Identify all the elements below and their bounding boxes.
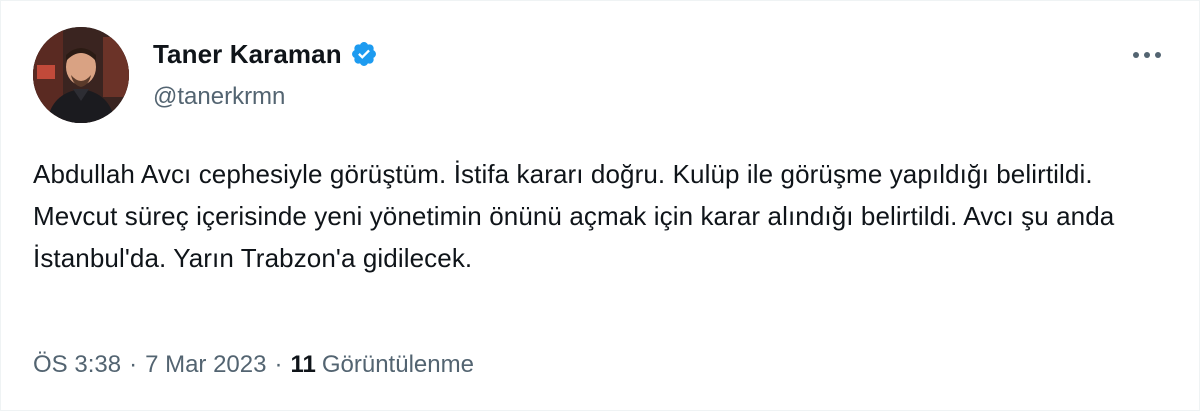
verified-badge-icon bbox=[350, 40, 378, 68]
views-label[interactable]: Görüntülenme bbox=[322, 351, 474, 379]
author-handle[interactable]: @tanerkrmn bbox=[153, 83, 285, 111]
views-count: 11 bbox=[290, 351, 316, 378]
meta-separator: · bbox=[129, 351, 138, 378]
tweet-date[interactable]: 7 Mar 2023 bbox=[145, 351, 266, 379]
tweet-card: Taner Karaman @tanerkrmn Abdullah Avcı c… bbox=[0, 0, 1200, 411]
tweet-time[interactable]: ÖS 3:38 bbox=[33, 351, 121, 379]
avatar[interactable] bbox=[33, 27, 129, 123]
tweet-meta: ÖS 3:38 · 7 Mar 2023 · 11 Görüntülenme bbox=[33, 351, 474, 379]
tweet-text: Abdullah Avcı cephesiyle görüştüm. İstif… bbox=[33, 159, 1115, 273]
author-name-row: Taner Karaman bbox=[153, 37, 378, 71]
author-display-name[interactable]: Taner Karaman bbox=[153, 39, 342, 70]
more-options-icon bbox=[1133, 52, 1161, 58]
more-options-button[interactable] bbox=[1127, 37, 1167, 73]
avatar-image bbox=[33, 27, 129, 123]
meta-separator: · bbox=[274, 351, 283, 378]
